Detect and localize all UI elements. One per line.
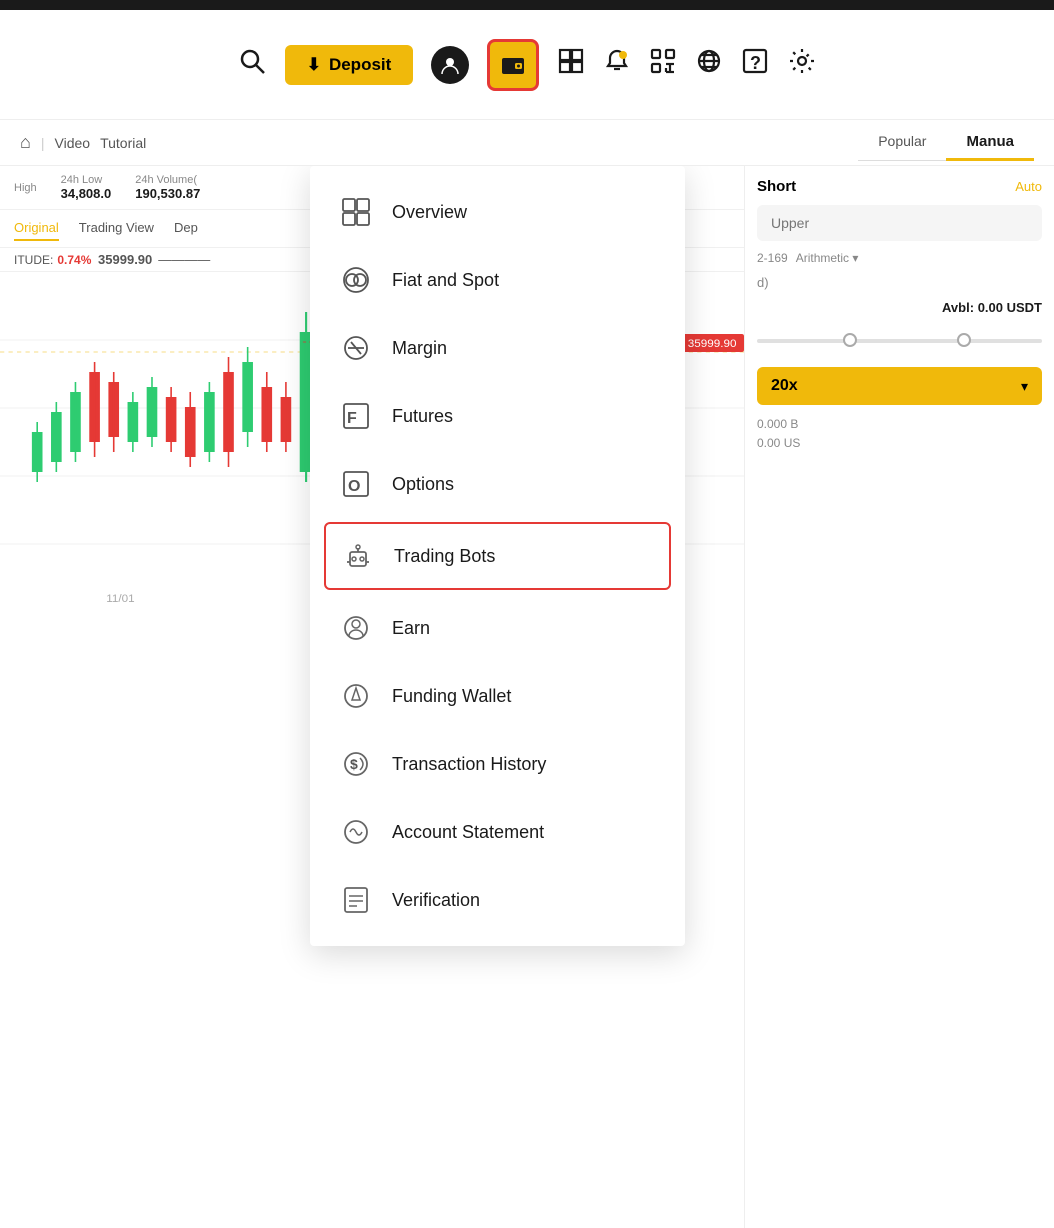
menu-item-trading-bots[interactable]: Trading Bots xyxy=(324,522,671,590)
menu-item-earn[interactable]: Earn xyxy=(310,594,685,662)
video-link[interactable]: Video xyxy=(55,135,91,151)
header: ⬇ Deposit xyxy=(0,10,1054,120)
verification-icon xyxy=(338,882,374,918)
svg-text:F: F xyxy=(347,410,357,427)
top-bar xyxy=(0,0,1054,10)
deposit-label: Deposit xyxy=(329,55,391,75)
menu-item-account-statement[interactable]: Account Statement xyxy=(310,798,685,866)
svg-text:11/01: 11/01 xyxy=(106,593,134,605)
original-tab[interactable]: Original xyxy=(14,216,59,241)
range-row: 2-169 Arithmetic ▾ xyxy=(757,251,1042,265)
overview-icon xyxy=(338,194,374,230)
home-icon[interactable]: ⌂ xyxy=(20,132,31,153)
manual-tab[interactable]: Manua xyxy=(946,125,1034,161)
svg-text:O: O xyxy=(348,478,360,495)
breadcrumb-separator: | xyxy=(41,135,45,151)
fiat-spot-icon xyxy=(338,262,374,298)
earn-label: Earn xyxy=(392,618,430,639)
trading-bots-icon xyxy=(340,538,376,574)
deposit-icon: ⬇ xyxy=(307,55,321,75)
funding-wallet-label: Funding Wallet xyxy=(392,686,511,707)
earn-icon xyxy=(338,610,374,646)
svg-text:35999.90: 35999.90 xyxy=(688,338,737,350)
svg-text:$: $ xyxy=(350,756,358,772)
search-icon[interactable] xyxy=(237,46,267,83)
low-stat: 24h Low 34,808.0 xyxy=(61,174,112,201)
deposit-button[interactable]: ⬇ Deposit xyxy=(285,45,414,85)
transaction-history-icon: $ xyxy=(338,746,374,782)
volume-stat: 24h Volume( 190,530.87 xyxy=(135,174,200,201)
bottom-values: 0.000 B 0.00 US xyxy=(757,415,1042,453)
wallet-button[interactable] xyxy=(487,39,539,91)
arithmetic-label[interactable]: Arithmetic ▾ xyxy=(796,251,859,265)
subheader: ⌂ | Video Tutorial Popular Manua xyxy=(0,120,1054,166)
menu-item-fiat-spot[interactable]: Fiat and Spot xyxy=(310,246,685,314)
right-panel-content: Short Auto 2-169 Arithmetic ▾ d) Avbl: 0… xyxy=(745,166,1054,465)
futures-label: Futures xyxy=(392,406,453,427)
menu-item-overview[interactable]: Overview xyxy=(310,178,685,246)
auto-label: Auto xyxy=(1015,179,1042,194)
menu-item-margin[interactable]: Margin xyxy=(310,314,685,382)
wallet-dropdown-menu: Overview Fiat and Spot xyxy=(310,166,685,946)
trading-bots-label: Trading Bots xyxy=(394,546,495,567)
svg-text:?: ? xyxy=(750,53,761,73)
high-stat: High xyxy=(14,182,37,194)
short-label: Short xyxy=(757,178,796,195)
margin-icon xyxy=(338,330,374,366)
verification-label: Verification xyxy=(392,890,480,911)
margin-label: Margin xyxy=(392,338,447,359)
scan-icon[interactable] xyxy=(649,47,677,82)
header-icons: ⬇ Deposit xyxy=(237,39,818,91)
avbl-row: Avbl: 0.00 USDT xyxy=(757,300,1042,315)
account-statement-icon xyxy=(338,814,374,850)
options-label: Options xyxy=(392,474,454,495)
menu-item-funding-wallet[interactable]: Funding Wallet xyxy=(310,662,685,730)
account-statement-label: Account Statement xyxy=(392,822,544,843)
d-label: d) xyxy=(757,275,1042,290)
tutorial-link[interactable]: Tutorial xyxy=(100,135,146,151)
slider-container[interactable] xyxy=(757,331,1042,351)
leverage-arrow: ▾ xyxy=(1021,378,1028,395)
futures-icon: F xyxy=(338,398,374,434)
overview-label: Overview xyxy=(392,202,467,223)
range-label: 2-169 xyxy=(757,251,788,265)
menu-item-verification[interactable]: Verification xyxy=(310,866,685,934)
fiat-spot-label: Fiat and Spot xyxy=(392,270,499,291)
help-icon[interactable]: ? xyxy=(741,47,769,82)
main-area: High 24h Low 34,808.0 24h Volume( 190,53… xyxy=(0,166,1054,1228)
menu-item-options[interactable]: O Options xyxy=(310,450,685,518)
funding-wallet-icon xyxy=(338,678,374,714)
trading-view-tab[interactable]: Trading View xyxy=(79,216,154,241)
grid-icon[interactable] xyxy=(557,47,585,82)
settings-icon[interactable] xyxy=(787,46,817,83)
popular-tab[interactable]: Popular xyxy=(858,125,946,161)
options-icon: O xyxy=(338,466,374,502)
transaction-history-label: Transaction History xyxy=(392,754,546,775)
globe-icon[interactable] xyxy=(695,47,723,82)
notification-icon[interactable] xyxy=(603,47,631,82)
right-panel: Short Auto 2-169 Arithmetic ▾ d) Avbl: 0… xyxy=(744,166,1054,1228)
profile-icon[interactable] xyxy=(431,46,469,84)
menu-item-transaction-history[interactable]: $ Transaction History xyxy=(310,730,685,798)
upper-input[interactable] xyxy=(757,205,1042,241)
leverage-label: 20x xyxy=(771,377,798,395)
leverage-selector[interactable]: 20x ▾ xyxy=(757,367,1042,405)
dep-tab[interactable]: Dep xyxy=(174,216,198,241)
menu-item-futures[interactable]: F Futures xyxy=(310,382,685,450)
